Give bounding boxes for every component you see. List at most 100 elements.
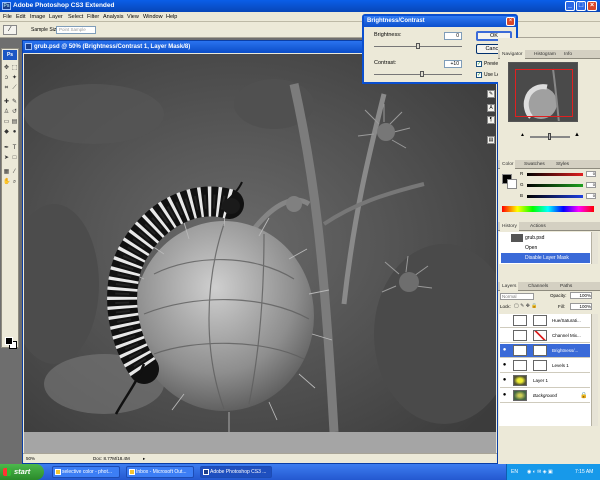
clock[interactable]: 7:15 AM <box>575 464 593 480</box>
status-menu-arrow-icon[interactable]: ▸ <box>143 454 145 464</box>
channel-b-slider[interactable] <box>527 195 583 198</box>
tab-layers[interactable]: Layers <box>500 282 519 291</box>
eyedropper-tool-preset-icon[interactable]: ⁄ <box>3 25 17 35</box>
zoom-out-icon[interactable]: ▲ <box>520 132 525 138</box>
disabled-mask-icon[interactable] <box>533 330 547 341</box>
gradient-tool-icon[interactable]: ▤ <box>11 119 18 126</box>
menu-file[interactable]: File <box>3 12 12 22</box>
dodge-tool-icon[interactable]: ● <box>11 129 18 136</box>
start-button[interactable]: start <box>0 464 44 480</box>
layer-mask-thumbnail[interactable] <box>533 360 547 371</box>
sample-size-select[interactable]: Point Sample <box>56 26 96 34</box>
image-canvas[interactable] <box>24 54 496 432</box>
contrast-input[interactable]: +10 <box>444 60 462 68</box>
tab-paths[interactable]: Paths <box>560 282 572 291</box>
taskbar-item-selective-color[interactable]: selective color - phot... <box>52 466 120 478</box>
zoom-tool-icon[interactable]: ⌕ <box>11 179 18 186</box>
layer-visibility-eye-icon[interactable]: ● <box>501 362 508 369</box>
close-button[interactable]: × <box>587 1 597 11</box>
layer-mask-thumbnail[interactable] <box>533 315 547 326</box>
lasso-tool-icon[interactable]: ↄ <box>3 75 10 82</box>
layer-row-levels[interactable]: ● Levels 1 <box>500 359 590 373</box>
channel-b-value[interactable]: 0 <box>586 193 596 199</box>
dialog-title-bar[interactable]: Brightness/Contrast <box>364 16 516 27</box>
magic-wand-tool-icon[interactable]: ✦ <box>11 75 18 82</box>
preview-checkbox[interactable]: ✓ <box>476 61 482 67</box>
language-indicator[interactable]: EN <box>511 464 518 480</box>
crop-tool-icon[interactable]: ⌗ <box>3 85 10 92</box>
menu-view[interactable]: View <box>127 12 139 22</box>
tab-color[interactable]: Color <box>500 160 516 169</box>
move-tool-icon[interactable]: ✥ <box>3 65 10 72</box>
navigator-view-box[interactable] <box>515 69 573 117</box>
channel-g-value[interactable]: 0 <box>586 182 596 188</box>
tab-navigator[interactable]: Navigator <box>500 50 525 59</box>
menu-help[interactable]: Help <box>166 12 177 22</box>
use-legacy-checkbox[interactable]: ✓ <box>476 72 482 78</box>
marquee-tool-icon[interactable]: ⬚ <box>11 65 18 72</box>
hand-tool-icon[interactable]: ✋ <box>3 179 10 186</box>
brush-panel-icon[interactable]: ✎ <box>487 90 495 98</box>
tab-styles[interactable]: Styles <box>556 160 569 169</box>
minimize-button[interactable]: _ <box>565 1 575 11</box>
character-panel-icon[interactable]: A <box>487 104 495 112</box>
dialog-close-icon[interactable]: × <box>506 17 515 26</box>
history-item-open[interactable]: Open <box>501 243 590 253</box>
menu-layer[interactable]: Layer <box>49 12 63 22</box>
channel-r-value[interactable]: 0 <box>586 171 596 177</box>
layer-visibility-eye-icon[interactable]: ● <box>501 392 508 399</box>
healing-brush-tool-icon[interactable]: ✚ <box>3 99 10 106</box>
tab-histogram[interactable]: Histogram <box>534 50 556 59</box>
layer-row-channel-mixer[interactable]: Channel Mix... <box>500 329 590 343</box>
history-snapshot[interactable]: grub.psd <box>501 233 590 243</box>
history-brush-tool-icon[interactable]: ↺ <box>11 109 18 116</box>
maximize-button[interactable]: □ <box>576 1 586 11</box>
zoom-in-icon[interactable]: ▲ <box>574 132 580 138</box>
eraser-tool-icon[interactable]: ▭ <box>3 119 10 126</box>
history-item-disable-layer-mask[interactable]: Disable Layer Mask <box>501 253 590 263</box>
paragraph-panel-icon[interactable]: ¶ <box>487 116 495 124</box>
menu-filter[interactable]: Filter <box>87 12 99 22</box>
blend-mode-select[interactable]: Normal <box>500 293 534 300</box>
menu-image[interactable]: Image <box>30 12 45 22</box>
menu-window[interactable]: Window <box>143 12 163 22</box>
tab-info[interactable]: Info <box>564 50 572 59</box>
foreground-color-swatch[interactable] <box>5 337 13 345</box>
channel-g-slider[interactable] <box>527 184 583 187</box>
layer-visibility-eye-icon[interactable]: ● <box>501 347 508 354</box>
layer-row-brightness-contrast[interactable]: ● Brightness/... <box>500 344 590 358</box>
pen-tool-icon[interactable]: ✒ <box>3 145 10 152</box>
blur-tool-icon[interactable]: ◆ <box>3 129 10 136</box>
brightness-slider-thumb[interactable] <box>416 43 420 49</box>
tab-swatches[interactable]: Swatches <box>524 160 545 169</box>
clone-stamp-tool-icon[interactable]: ♙ <box>3 109 10 116</box>
layer-row-hue-saturation[interactable]: Hue/Saturati... <box>500 314 590 328</box>
brush-tool-icon[interactable]: ✎ <box>11 99 18 106</box>
color-spectrum-bar[interactable] <box>502 206 594 212</box>
color-background-swatch[interactable] <box>507 179 517 189</box>
eyedropper-tool-icon[interactable]: ⁄ <box>11 169 18 176</box>
menu-analysis[interactable]: Analysis <box>103 12 123 22</box>
navigator-zoom-thumb[interactable] <box>548 133 551 140</box>
layer-mask-thumbnail[interactable] <box>533 345 547 356</box>
shape-tool-icon[interactable]: □ <box>11 155 18 162</box>
path-selection-tool-icon[interactable]: ➤ <box>3 155 10 162</box>
taskbar-item-photoshop[interactable]: Adobe Photoshop CS3 ... <box>200 466 272 478</box>
navigator-thumbnail[interactable] <box>508 62 578 122</box>
opacity-input[interactable]: 100% <box>570 292 592 299</box>
fill-input[interactable]: 100% <box>570 303 592 310</box>
lock-icons[interactable]: ▢ ✎ ✥ 🔒 <box>514 303 538 309</box>
layers-scrollbar[interactable] <box>591 314 598 426</box>
layer-row-background[interactable]: ● Background 🔒 <box>500 389 590 403</box>
layer-row-layer-1[interactable]: ● Layer 1 <box>500 374 590 388</box>
layer-comps-panel-icon[interactable]: ▤ <box>487 136 495 144</box>
tray-icons[interactable]: ◉ ◐ ✉ ◈ ▣ <box>527 464 553 480</box>
tab-actions[interactable]: Actions <box>530 222 546 231</box>
notes-tool-icon[interactable]: ▦ <box>3 169 10 176</box>
tab-history[interactable]: History <box>500 222 519 231</box>
menu-select[interactable]: Select <box>68 12 83 22</box>
channel-r-slider[interactable] <box>527 173 583 176</box>
contrast-slider-thumb[interactable] <box>420 71 425 77</box>
tab-channels[interactable]: Channels <box>528 282 548 291</box>
zoom-level[interactable]: 50% <box>26 454 35 464</box>
